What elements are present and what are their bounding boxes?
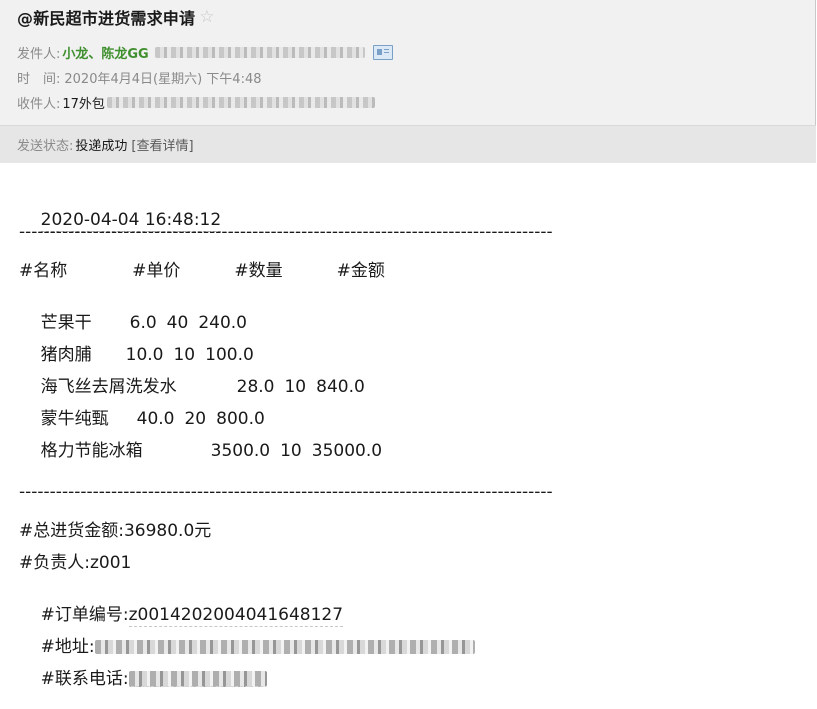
mail-subject: @新民超市进货需求申请 [17, 9, 196, 28]
item-quantity: 10 [280, 441, 302, 461]
sender-names[interactable]: 小龙、陈龙GG [62, 43, 148, 62]
item-unit-price: 3500.0 [210, 441, 271, 461]
redacted-phone[interactable] [128, 671, 267, 687]
time-value: 2020年4月4日(星期六) 下午4:48 [64, 72, 262, 87]
redacted-sender-address [154, 47, 365, 58]
total-amount: #总进货金额:36980.0元 [19, 521, 212, 541]
item-quantity: 10 [284, 377, 307, 397]
mail-body: 2020-04-04 16:48:12 --------------------… [0, 164, 817, 689]
phone-label: #联系电话: [40, 669, 129, 689]
status-label: 发送状态: [17, 139, 74, 154]
view-details-link[interactable]: [查看详情] [131, 135, 193, 154]
person-in-charge: #负责人:z001 [19, 553, 132, 573]
mail-header: @新民超市进货需求申请 ☆ 发件人: 小龙、陈龙GG 时 间: 2020年4月4… [0, 0, 816, 163]
sender-label: 发件人: [17, 47, 61, 62]
mail-title-row: @新民超市进货需求申请 ☆ [17, 5, 214, 29]
columns-header: #名称 #单价 #数量 #金额 [19, 261, 385, 281]
recipient-value[interactable]: 17外包 [62, 93, 105, 112]
item-name: 格力节能冰箱 [40, 441, 143, 461]
separator-top: ----------------------------------------… [19, 222, 553, 242]
star-outline-icon[interactable]: ☆ [199, 8, 214, 26]
redacted-recipient-address [106, 97, 375, 108]
contact-card-icon[interactable] [372, 45, 393, 60]
recipient-label: 收件人: [17, 97, 61, 112]
item-amount: 840.0 [316, 377, 365, 397]
recipient-row: 收件人: 17外包 [17, 93, 375, 112]
item-amount: 35000.0 [311, 441, 383, 461]
status-value: 投递成功 [75, 139, 128, 154]
phone-row: #联系电话: [19, 644, 267, 709]
item-row: 格力节能冰箱 3500.0 10 35000.0 [19, 416, 382, 481]
time-label: 时 间: [17, 72, 61, 87]
sender-row: 发件人: 小龙、陈龙GG [17, 43, 393, 62]
time-row: 时 间: 2020年4月4日(星期六) 下午4:48 [17, 68, 262, 87]
separator-bottom: ----------------------------------------… [19, 482, 553, 502]
delivery-status-bar: 发送状态: 投递成功 [查看详情] [0, 125, 816, 163]
